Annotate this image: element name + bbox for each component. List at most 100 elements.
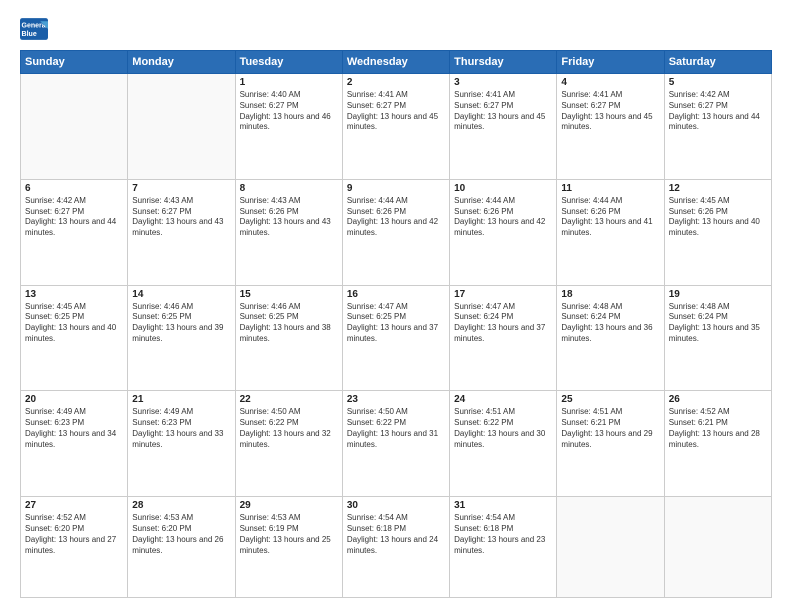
day-number: 22 bbox=[240, 394, 338, 405]
calendar-week-3: 13Sunrise: 4:45 AM Sunset: 6:25 PM Dayli… bbox=[21, 285, 772, 391]
calendar-week-1: 1 Sunrise: 4:40 AM Sunset: 6:27 PM Daylig… bbox=[21, 74, 772, 180]
day-info: Sunrise: 4:42 AM Sunset: 6:27 PM Dayligh… bbox=[669, 90, 767, 133]
day-number: 12 bbox=[669, 183, 767, 194]
header: General Blue bbox=[20, 18, 772, 40]
day-info: Sunrise: 4:46 AM Sunset: 6:25 PM Dayligh… bbox=[132, 302, 230, 345]
calendar-cell: 4 Sunrise: 4:41 AM Sunset: 6:27 PM Daylig… bbox=[557, 74, 664, 180]
day-number: 30 bbox=[347, 500, 445, 511]
calendar-cell: 18 Sunrise: 4:48 AM Sunset: 6:24 PM Dayli… bbox=[557, 285, 664, 391]
calendar-cell: 6Sunrise: 4:42 AM Sunset: 6:27 PM Daylig… bbox=[21, 179, 128, 285]
calendar-cell: 24 Sunrise: 4:51 AM Sunset: 6:22 PM Dayli… bbox=[450, 391, 557, 497]
calendar-cell: 15 Sunrise: 4:46 AM Sunset: 6:25 PM Dayli… bbox=[235, 285, 342, 391]
day-number: 21 bbox=[132, 394, 230, 405]
day-number: 4 bbox=[561, 77, 659, 88]
calendar-cell: 23 Sunrise: 4:50 AM Sunset: 6:22 PM Dayli… bbox=[342, 391, 449, 497]
day-info: Sunrise: 4:50 AM Sunset: 6:22 PM Dayligh… bbox=[347, 407, 445, 450]
day-info: Sunrise: 4:41 AM Sunset: 6:27 PM Dayligh… bbox=[561, 90, 659, 133]
calendar-cell: 2Sunrise: 4:41 AM Sunset: 6:27 PM Daylig… bbox=[342, 74, 449, 180]
calendar-cell: 16Sunrise: 4:47 AM Sunset: 6:25 PM Dayli… bbox=[342, 285, 449, 391]
calendar-cell: 27Sunrise: 4:52 AM Sunset: 6:20 PM Dayli… bbox=[21, 497, 128, 598]
day-number: 31 bbox=[454, 500, 552, 511]
day-info: Sunrise: 4:41 AM Sunset: 6:27 PM Dayligh… bbox=[347, 90, 445, 133]
calendar-cell: 25 Sunrise: 4:51 AM Sunset: 6:21 PM Dayli… bbox=[557, 391, 664, 497]
calendar-cell: 7Sunrise: 4:43 AM Sunset: 6:27 PM Daylig… bbox=[128, 179, 235, 285]
day-info: Sunrise: 4:53 AM Sunset: 6:19 PM Dayligh… bbox=[240, 513, 338, 556]
weekday-header-monday: Monday bbox=[128, 51, 235, 74]
day-info: Sunrise: 4:45 AM Sunset: 6:26 PM Dayligh… bbox=[669, 196, 767, 239]
day-number: 15 bbox=[240, 289, 338, 300]
calendar-cell: 30 Sunrise: 4:54 AM Sunset: 6:18 PM Dayli… bbox=[342, 497, 449, 598]
calendar-cell: 22 Sunrise: 4:50 AM Sunset: 6:22 PM Dayli… bbox=[235, 391, 342, 497]
day-info: Sunrise: 4:52 AM Sunset: 6:21 PM Dayligh… bbox=[669, 407, 767, 450]
day-number: 24 bbox=[454, 394, 552, 405]
day-info: Sunrise: 4:44 AM Sunset: 6:26 PM Dayligh… bbox=[347, 196, 445, 239]
day-number: 10 bbox=[454, 183, 552, 194]
logo: General Blue bbox=[20, 18, 52, 40]
calendar-cell: 26 Sunrise: 4:52 AM Sunset: 6:21 PM Dayli… bbox=[664, 391, 771, 497]
svg-text:Blue: Blue bbox=[22, 31, 37, 38]
weekday-header-saturday: Saturday bbox=[664, 51, 771, 74]
day-info: Sunrise: 4:50 AM Sunset: 6:22 PM Dayligh… bbox=[240, 407, 338, 450]
day-info: Sunrise: 4:44 AM Sunset: 6:26 PM Dayligh… bbox=[454, 196, 552, 239]
calendar-cell: 20 Sunrise: 4:49 AM Sunset: 6:23 PM Dayli… bbox=[21, 391, 128, 497]
day-info: Sunrise: 4:40 AM Sunset: 6:27 PM Dayligh… bbox=[240, 90, 338, 133]
calendar-cell: 5 Sunrise: 4:42 AM Sunset: 6:27 PM Daylig… bbox=[664, 74, 771, 180]
day-info: Sunrise: 4:51 AM Sunset: 6:22 PM Dayligh… bbox=[454, 407, 552, 450]
calendar-cell: 17Sunrise: 4:47 AM Sunset: 6:24 PM Dayli… bbox=[450, 285, 557, 391]
day-info: Sunrise: 4:46 AM Sunset: 6:25 PM Dayligh… bbox=[240, 302, 338, 345]
day-number: 18 bbox=[561, 289, 659, 300]
day-number: 28 bbox=[132, 500, 230, 511]
day-info: Sunrise: 4:54 AM Sunset: 6:18 PM Dayligh… bbox=[347, 513, 445, 556]
day-number: 5 bbox=[669, 77, 767, 88]
day-number: 1 bbox=[240, 77, 338, 88]
day-number: 25 bbox=[561, 394, 659, 405]
calendar-week-5: 27Sunrise: 4:52 AM Sunset: 6:20 PM Dayli… bbox=[21, 497, 772, 598]
day-info: Sunrise: 4:53 AM Sunset: 6:20 PM Dayligh… bbox=[132, 513, 230, 556]
weekday-header-wednesday: Wednesday bbox=[342, 51, 449, 74]
day-info: Sunrise: 4:42 AM Sunset: 6:27 PM Dayligh… bbox=[25, 196, 123, 239]
day-info: Sunrise: 4:43 AM Sunset: 6:26 PM Dayligh… bbox=[240, 196, 338, 239]
day-info: Sunrise: 4:43 AM Sunset: 6:27 PM Dayligh… bbox=[132, 196, 230, 239]
calendar-cell: 1 Sunrise: 4:40 AM Sunset: 6:27 PM Daylig… bbox=[235, 74, 342, 180]
calendar-cell: 13Sunrise: 4:45 AM Sunset: 6:25 PM Dayli… bbox=[21, 285, 128, 391]
day-info: Sunrise: 4:48 AM Sunset: 6:24 PM Dayligh… bbox=[561, 302, 659, 345]
page: General Blue SundayMondayTuesdayWednesda… bbox=[0, 0, 792, 612]
calendar-cell bbox=[557, 497, 664, 598]
day-number: 11 bbox=[561, 183, 659, 194]
day-info: Sunrise: 4:44 AM Sunset: 6:26 PM Dayligh… bbox=[561, 196, 659, 239]
day-info: Sunrise: 4:47 AM Sunset: 6:25 PM Dayligh… bbox=[347, 302, 445, 345]
day-info: Sunrise: 4:48 AM Sunset: 6:24 PM Dayligh… bbox=[669, 302, 767, 345]
day-info: Sunrise: 4:47 AM Sunset: 6:24 PM Dayligh… bbox=[454, 302, 552, 345]
calendar-cell: 28 Sunrise: 4:53 AM Sunset: 6:20 PM Dayli… bbox=[128, 497, 235, 598]
calendar-cell: 31 Sunrise: 4:54 AM Sunset: 6:18 PM Dayli… bbox=[450, 497, 557, 598]
day-number: 14 bbox=[132, 289, 230, 300]
calendar-cell: 12 Sunrise: 4:45 AM Sunset: 6:26 PM Dayli… bbox=[664, 179, 771, 285]
calendar-cell: 14 Sunrise: 4:46 AM Sunset: 6:25 PM Dayli… bbox=[128, 285, 235, 391]
calendar-cell: 8 Sunrise: 4:43 AM Sunset: 6:26 PM Daylig… bbox=[235, 179, 342, 285]
day-info: Sunrise: 4:41 AM Sunset: 6:27 PM Dayligh… bbox=[454, 90, 552, 133]
logo-icon: General Blue bbox=[20, 18, 48, 40]
calendar-cell bbox=[664, 497, 771, 598]
day-number: 27 bbox=[25, 500, 123, 511]
day-number: 26 bbox=[669, 394, 767, 405]
weekday-header-friday: Friday bbox=[557, 51, 664, 74]
calendar-cell: 11 Sunrise: 4:44 AM Sunset: 6:26 PM Dayli… bbox=[557, 179, 664, 285]
calendar-cell: 10 Sunrise: 4:44 AM Sunset: 6:26 PM Dayli… bbox=[450, 179, 557, 285]
calendar-week-4: 20 Sunrise: 4:49 AM Sunset: 6:23 PM Dayli… bbox=[21, 391, 772, 497]
day-info: Sunrise: 4:51 AM Sunset: 6:21 PM Dayligh… bbox=[561, 407, 659, 450]
day-info: Sunrise: 4:54 AM Sunset: 6:18 PM Dayligh… bbox=[454, 513, 552, 556]
day-info: Sunrise: 4:49 AM Sunset: 6:23 PM Dayligh… bbox=[132, 407, 230, 450]
day-info: Sunrise: 4:49 AM Sunset: 6:23 PM Dayligh… bbox=[25, 407, 123, 450]
day-number: 8 bbox=[240, 183, 338, 194]
calendar-cell bbox=[21, 74, 128, 180]
day-number: 29 bbox=[240, 500, 338, 511]
day-number: 9 bbox=[347, 183, 445, 194]
calendar-cell: 21 Sunrise: 4:49 AM Sunset: 6:23 PM Dayli… bbox=[128, 391, 235, 497]
day-info: Sunrise: 4:45 AM Sunset: 6:25 PM Dayligh… bbox=[25, 302, 123, 345]
calendar-table: SundayMondayTuesdayWednesdayThursdayFrid… bbox=[20, 50, 772, 598]
calendar-cell: 9 Sunrise: 4:44 AM Sunset: 6:26 PM Daylig… bbox=[342, 179, 449, 285]
calendar-cell: 19Sunrise: 4:48 AM Sunset: 6:24 PM Dayli… bbox=[664, 285, 771, 391]
day-number: 23 bbox=[347, 394, 445, 405]
day-number: 20 bbox=[25, 394, 123, 405]
calendar-cell: 3Sunrise: 4:41 AM Sunset: 6:27 PM Daylig… bbox=[450, 74, 557, 180]
